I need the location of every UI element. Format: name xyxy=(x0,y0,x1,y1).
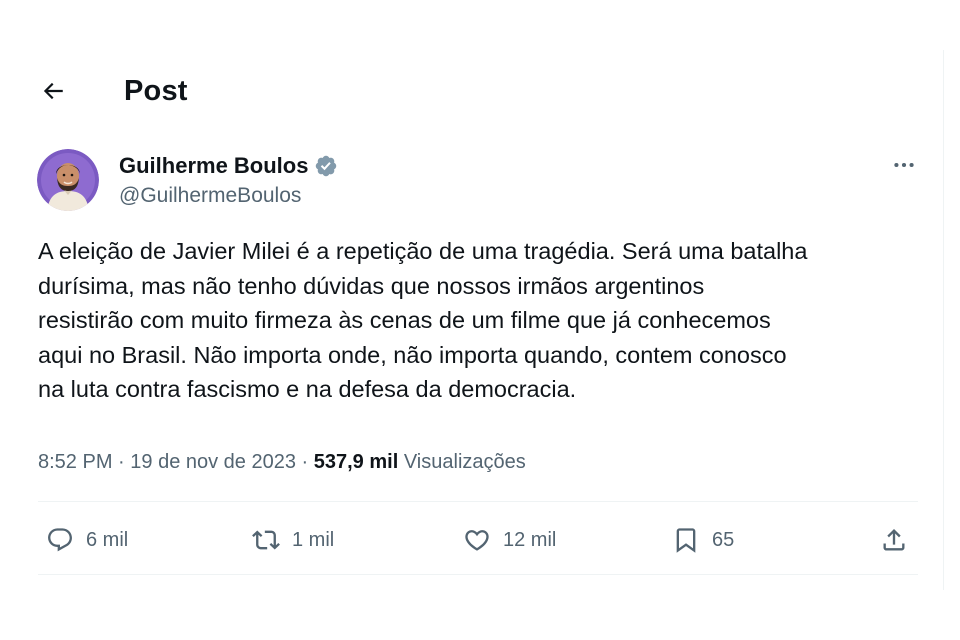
repost-icon xyxy=(252,530,280,550)
verified-badge-icon[interactable] xyxy=(314,154,338,178)
author-name-row: Guilherme Boulos xyxy=(119,151,338,181)
views-label: Visualizações xyxy=(403,450,526,473)
page-title: Post xyxy=(124,75,188,107)
avatar[interactable] xyxy=(37,149,99,211)
author-handle[interactable]: @GuilhermeBoulos xyxy=(119,184,301,208)
tweet-time[interactable]: 8:52 PM xyxy=(38,451,112,474)
divider-bottom xyxy=(38,574,918,575)
avatar-image xyxy=(37,149,99,211)
meta-separator: · xyxy=(112,450,131,473)
post-header: Post xyxy=(0,62,943,118)
bookmark-button[interactable]: 65 xyxy=(672,522,734,558)
tweet-text: A eleição de Javier Milei é a repetição … xyxy=(38,238,808,403)
views-count: 537,9 mil xyxy=(313,450,399,473)
like-count: 12 mil xyxy=(503,528,557,551)
author-display-name[interactable]: Guilherme Boulos xyxy=(119,153,308,179)
bookmark-count: 65 xyxy=(712,528,735,551)
back-button[interactable] xyxy=(34,72,72,110)
meta-separator: · xyxy=(295,450,314,473)
heart-icon xyxy=(465,530,489,551)
share-button[interactable] xyxy=(880,522,908,558)
column-divider xyxy=(943,50,944,590)
repost-count: 1 mil xyxy=(292,528,335,551)
arrow-left-icon xyxy=(43,82,63,100)
divider-top xyxy=(38,501,918,502)
reply-icon xyxy=(48,528,72,552)
repost-button[interactable]: 1 mil xyxy=(252,522,334,558)
bookmark-icon xyxy=(676,528,696,553)
tweet-metadata: 8:52 PM · 19 de nov de 2023 · 537,9 mil … xyxy=(38,446,526,478)
reply-count: 6 mil xyxy=(86,528,129,551)
reply-button[interactable]: 6 mil xyxy=(46,522,128,558)
more-options-button[interactable] xyxy=(885,150,923,180)
share-icon xyxy=(883,529,905,551)
like-button[interactable]: 12 mil xyxy=(463,522,556,558)
tweet-actions-bar: 6 mil 1 mil 12 mil 65 xyxy=(38,510,918,570)
more-dots-icon xyxy=(894,162,914,168)
tweet-date[interactable]: 19 de nov de 2023 xyxy=(130,451,296,474)
